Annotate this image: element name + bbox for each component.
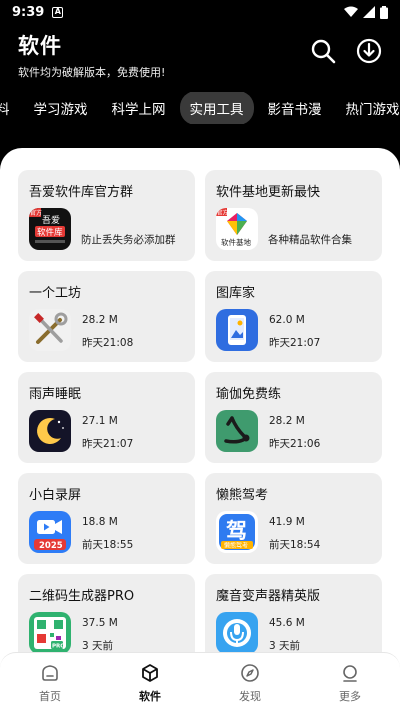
header-actions	[310, 38, 382, 64]
bottom-nav: 首页 软件 发现 更多	[0, 652, 400, 712]
compass-icon	[241, 664, 259, 682]
tab-utilities[interactable]: 实用工具	[179, 92, 254, 124]
download-icon[interactable]	[356, 38, 382, 64]
nav-label: 更多	[339, 690, 361, 703]
software-base-icon: 官方 软件基地	[216, 208, 258, 250]
icon-text: 驾	[226, 519, 247, 543]
app-title: 小白录屏	[29, 488, 82, 503]
app-date: 昨天21:06	[269, 438, 321, 450]
app-grid: 吾爱软件库官方群 官方 吾爱 软件库 防止丢失务必添加群 软件基地更新最快 官方…	[18, 170, 382, 665]
status-time: 9:39	[12, 4, 45, 20]
tab-study-games[interactable]: 学习游戏	[24, 92, 98, 124]
app-size: 18.8 M	[82, 516, 118, 528]
app-date: 3 天前	[82, 640, 114, 652]
tab-hot-games[interactable]: 热门游戏	[336, 92, 400, 124]
app-title: 二维码生成器PRO	[29, 589, 135, 604]
app-date: 昨天21:07	[82, 438, 134, 450]
moon-icon	[29, 410, 71, 452]
nav-home[interactable]: 首页	[0, 653, 100, 712]
page-subtitle: 软件均为破解版本，免费使用!	[18, 66, 166, 79]
nav-label: 软件	[139, 690, 161, 703]
home-icon	[42, 665, 58, 681]
status-bar: 9:39 A	[0, 0, 400, 24]
signal-icon	[363, 6, 375, 18]
app-size: 62.0 M	[269, 314, 305, 326]
nav-label: 首页	[39, 690, 61, 703]
driving-exam-icon: 驾 懒熊驾考	[216, 511, 258, 553]
app-title: 吾爱软件库官方群	[29, 185, 134, 200]
tab-vpn[interactable]: 科学上网	[102, 92, 176, 124]
icon-text-top: 吾爱	[42, 215, 60, 226]
search-icon[interactable]	[310, 38, 336, 64]
app-title: 懒熊驾考	[216, 488, 269, 503]
voice-changer-icon	[216, 612, 258, 654]
app-size: 28.2 M	[269, 415, 305, 427]
category-tabs: 料 学习游戏 科学上网 实用工具 影音书漫 热门游戏 原	[0, 92, 400, 124]
icon-text: PRO	[52, 644, 65, 650]
icon-text-mid: 软件库	[37, 227, 63, 238]
yoga-icon	[216, 410, 258, 452]
app-size: 27.1 M	[82, 415, 118, 427]
app-date: 前天18:55	[82, 539, 134, 551]
wifi-icon	[344, 6, 358, 17]
gallery-phone-icon	[216, 309, 258, 351]
icon-text: 2025	[39, 541, 63, 551]
nav-label: 发现	[239, 690, 261, 703]
app-title: 魔音变声器精英版	[216, 589, 321, 604]
screen-recorder-icon: 2025	[29, 511, 71, 553]
app-title: 雨声睡眠	[29, 387, 82, 402]
tab-media-books[interactable]: 影音书漫	[258, 92, 332, 124]
app-card[interactable]: 懒熊驾考 驾 懒熊驾考 41.9 M 前天18:54	[205, 473, 382, 564]
app-card[interactable]: 小白录屏 2025 18.8 M 前天18:55	[18, 473, 195, 564]
wuai-library-icon: 官方 吾爱 软件库	[29, 208, 71, 250]
tab-partial-left[interactable]: 料	[0, 92, 20, 124]
icon-badge: 官方	[217, 209, 229, 217]
app-card[interactable]: 软件基地更新最快 官方 软件基地 各种精品软件合集	[205, 170, 382, 261]
nav-more[interactable]: 更多	[300, 653, 400, 712]
app-title: 瑜伽免费练	[216, 387, 282, 402]
app-date: 昨天21:07	[269, 337, 321, 349]
app-list-sheet: 吾爱软件库官方群 官方 吾爱 软件库 防止丢失务必添加群 软件基地更新最快 官方…	[0, 148, 400, 712]
app-size: 45.6 M	[269, 617, 305, 629]
nav-software[interactable]: 软件	[100, 653, 200, 712]
app-title: 一个工坊	[29, 286, 82, 301]
notification-a-icon: A	[52, 6, 64, 18]
app-description: 各种精品软件合集	[268, 234, 352, 246]
icon-text-bottom: 软件基地	[221, 237, 251, 247]
icon-subtext: 懒熊驾考	[224, 542, 248, 550]
app-size: 41.9 M	[269, 516, 305, 528]
qr-code-icon: PRO	[29, 612, 71, 654]
icon-badge: 官方	[30, 209, 42, 217]
app-size: 37.5 M	[82, 617, 118, 629]
battery-icon	[380, 5, 388, 19]
user-icon	[343, 665, 357, 682]
app-title: 图库家	[216, 286, 256, 301]
app-size: 28.2 M	[82, 314, 118, 326]
app-card[interactable]: 瑜伽免费练 28.2 M 昨天21:06	[205, 372, 382, 463]
app-card[interactable]: 一个工坊 28.2 M 昨天21:08	[18, 271, 195, 362]
app-header: 软件 软件均为破解版本，免费使用!	[18, 30, 382, 79]
cube-icon	[142, 664, 158, 682]
app-description: 防止丢失务必添加群	[81, 234, 176, 246]
app-card[interactable]: 雨声睡眠 27.1 M 昨天21:07	[18, 372, 195, 463]
app-card[interactable]: 图库家 62.0 M 昨天21:07	[205, 271, 382, 362]
app-date: 3 天前	[269, 640, 301, 652]
nav-discover[interactable]: 发现	[200, 653, 300, 712]
status-icons	[344, 5, 388, 19]
app-date: 前天18:54	[269, 539, 321, 551]
app-card[interactable]: 吾爱软件库官方群 官方 吾爱 软件库 防止丢失务必添加群	[18, 170, 195, 261]
app-title: 软件基地更新最快	[216, 185, 321, 200]
tools-icon	[29, 309, 71, 351]
app-date: 昨天21:08	[82, 337, 134, 349]
